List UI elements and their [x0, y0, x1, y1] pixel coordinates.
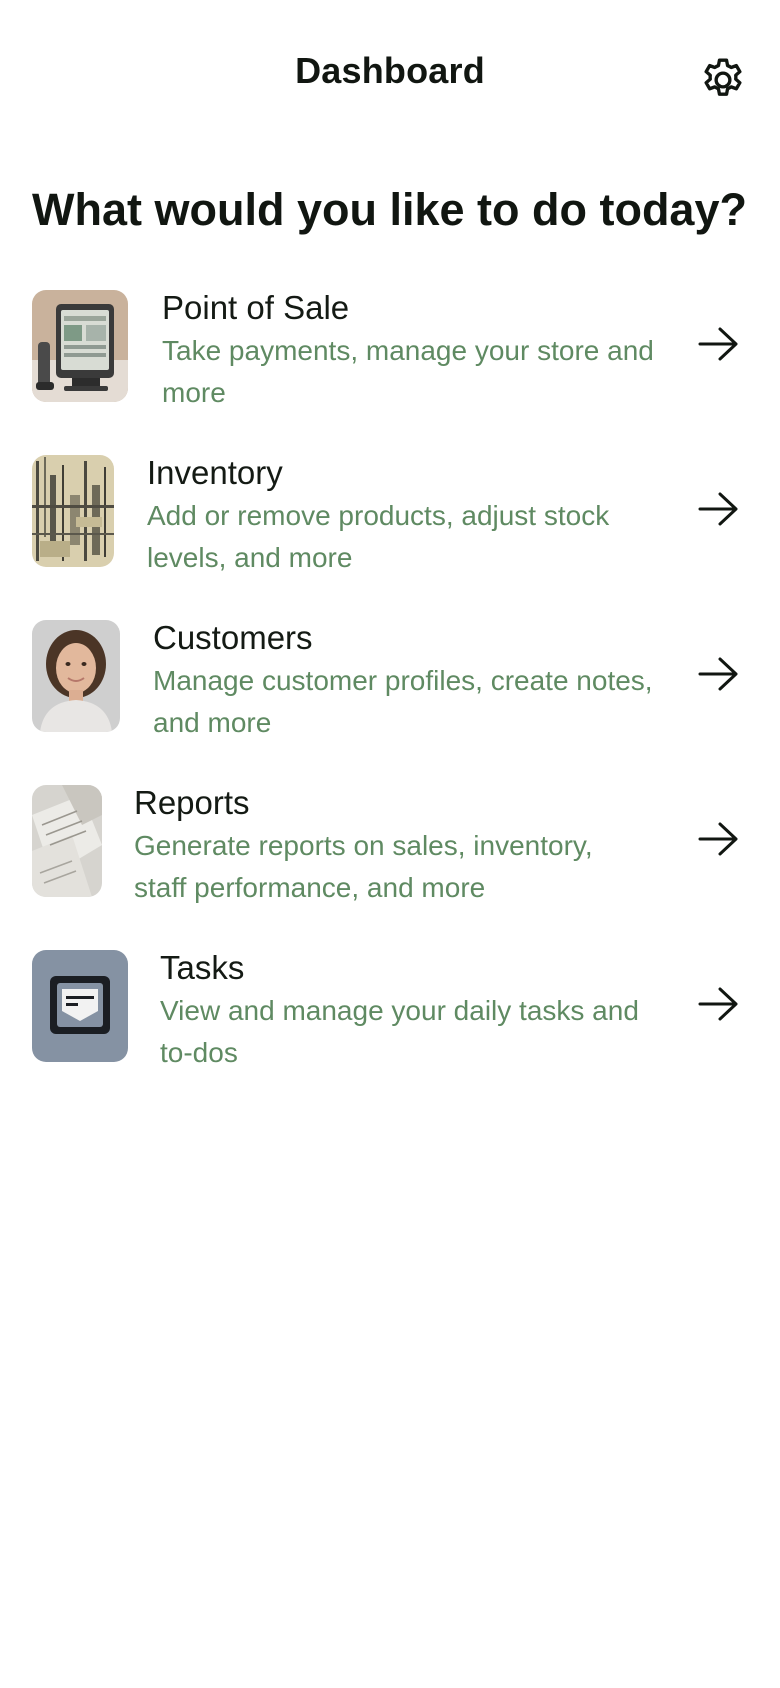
app-header: Dashboard	[0, 0, 780, 156]
arrow-right-icon[interactable]	[696, 819, 742, 859]
arrow-right-icon[interactable]	[696, 984, 742, 1024]
item-title: Reports	[134, 784, 250, 821]
arrow-right-icon[interactable]	[696, 324, 742, 364]
arrow-right-icon[interactable]	[696, 489, 742, 529]
settings-button[interactable]	[698, 55, 748, 105]
item-title: Tasks	[160, 949, 245, 986]
menu-item-reports[interactable]: Reports Generate reports on sales, inven…	[0, 783, 780, 915]
menu-item-point-of-sale[interactable]: Point of Sale Take payments, manage your…	[0, 288, 780, 420]
item-description: Generate reports on sales, inventory, st…	[134, 830, 593, 903]
item-title: Point of Sale	[162, 289, 350, 326]
arrow-right-icon[interactable]	[696, 654, 742, 694]
item-description: Add or remove products, adjust stock lev…	[147, 500, 610, 573]
tasks-icon-tile	[32, 950, 128, 1062]
inventory-abstract-image	[32, 455, 114, 567]
reports-papers-image	[32, 785, 102, 897]
page-headline: What would you like to do today?	[32, 184, 747, 235]
item-title: Customers	[153, 619, 313, 656]
pos-terminal-image	[32, 290, 128, 402]
menu-item-customers[interactable]: Customers Manage customer profiles, crea…	[0, 618, 780, 750]
item-description: View and manage your daily tasks and to-…	[160, 995, 639, 1068]
item-title: Inventory	[147, 454, 283, 491]
gear-icon	[704, 58, 742, 96]
customer-portrait-image	[32, 620, 120, 732]
menu-item-tasks[interactable]: Tasks View and manage your daily tasks a…	[0, 948, 780, 1080]
item-description: Manage customer profiles, create notes, …	[153, 665, 653, 738]
page-title: Dashboard	[295, 50, 485, 91]
item-description: Take payments, manage your store and mor…	[162, 335, 654, 408]
menu-item-inventory[interactable]: Inventory Add or remove products, adjust…	[0, 453, 780, 585]
